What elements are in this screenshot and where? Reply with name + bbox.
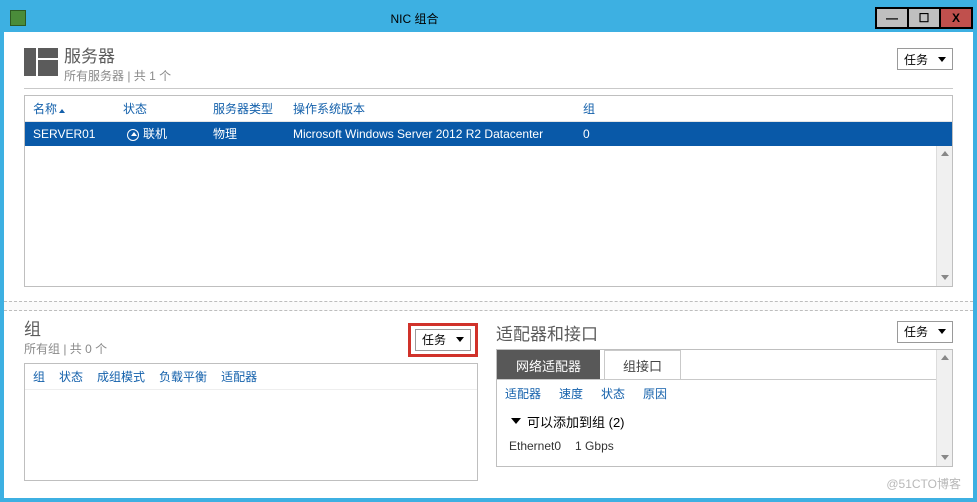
sort-asc-icon (59, 109, 65, 113)
col-mode[interactable]: 成组模式 (97, 368, 145, 385)
chevron-down-icon (456, 337, 464, 342)
groups-subtitle: 所有组 | 共 0 个 (24, 340, 107, 357)
chevron-down-icon (938, 329, 946, 334)
scroll-down-icon[interactable] (937, 450, 952, 466)
title-bar: NIC 组合 — ☐ X (4, 4, 973, 32)
cell-name: SERVER01 (33, 127, 123, 141)
expand-icon (511, 418, 521, 424)
col-group[interactable]: 组 (583, 100, 643, 117)
server-row[interactable]: SERVER01 联机 物理 Microsoft Windows Server … (25, 122, 952, 146)
cell-status: 联机 (123, 125, 213, 142)
cell-speed: 1 Gbps (575, 439, 614, 453)
groups-grid: 组 状态 成组模式 负载平衡 适配器 (24, 363, 478, 481)
cell-type: 物理 (213, 125, 293, 142)
window-frame: NIC 组合 — ☐ X 服务器 所有服务器 | 共 1 个 任务 名称 (0, 0, 977, 502)
servers-subtitle: 所有服务器 | 共 1 个 (64, 67, 171, 84)
col-type[interactable]: 服务器类型 (213, 100, 293, 117)
groups-title: 组 (24, 321, 107, 338)
task-label: 任务 (422, 331, 446, 348)
col-speed[interactable]: 速度 (559, 385, 583, 402)
adapters-grid: 网络适配器 组接口 适配器 速度 状态 原因 可以添加到组 (2) (496, 349, 953, 467)
addable-group-row[interactable]: 可以添加到组 (2) (505, 408, 944, 435)
minimize-button[interactable]: — (875, 7, 909, 29)
col-lb[interactable]: 负载平衡 (159, 368, 207, 385)
groups-task-button[interactable]: 任务 (415, 329, 471, 351)
chevron-down-icon (938, 57, 946, 62)
servers-title: 服务器 (64, 48, 171, 67)
col-status[interactable]: 状态 (123, 100, 213, 117)
col-name[interactable]: 名称 (33, 100, 123, 117)
servers-icon (24, 48, 58, 76)
maximize-button[interactable]: ☐ (907, 7, 941, 29)
addable-label: 可以添加到组 (2) (527, 412, 625, 431)
col-group[interactable]: 组 (33, 368, 45, 385)
tab-team-interfaces[interactable]: 组接口 (604, 350, 681, 379)
scroll-up-icon[interactable] (937, 146, 952, 162)
col-reason[interactable]: 原因 (643, 385, 667, 402)
close-button[interactable]: X (939, 7, 973, 29)
scrollbar[interactable] (936, 146, 952, 286)
scroll-up-icon[interactable] (937, 350, 952, 366)
cell-adapter: Ethernet0 (509, 439, 561, 453)
groups-task-highlight: 任务 (408, 323, 478, 357)
servers-task-button[interactable]: 任务 (897, 48, 953, 70)
adapters-title: 适配器和接口 (496, 326, 598, 343)
task-label: 任务 (904, 323, 928, 340)
col-status[interactable]: 状态 (59, 368, 83, 385)
col-status[interactable]: 状态 (601, 385, 625, 402)
window-title: NIC 组合 (0, 10, 877, 27)
cell-os: Microsoft Windows Server 2012 R2 Datacen… (293, 127, 583, 141)
cell-group: 0 (583, 127, 643, 141)
col-adapter[interactable]: 适配器 (221, 368, 257, 385)
scrollbar[interactable] (936, 350, 952, 466)
col-os[interactable]: 操作系统版本 (293, 100, 583, 117)
col-adapter[interactable]: 适配器 (505, 385, 541, 402)
online-icon (127, 129, 139, 141)
adapters-task-button[interactable]: 任务 (897, 321, 953, 343)
servers-grid: 名称 状态 服务器类型 操作系统版本 组 SERVER01 联机 物理 Micr… (24, 95, 953, 287)
adapter-row[interactable]: Ethernet0 1 Gbps (505, 435, 944, 457)
tab-network-adapters[interactable]: 网络适配器 (497, 350, 600, 379)
servers-header: 服务器 所有服务器 | 共 1 个 任务 (24, 48, 953, 84)
scroll-down-icon[interactable] (937, 270, 952, 286)
panel-divider[interactable] (4, 301, 973, 311)
task-label: 任务 (904, 51, 928, 68)
watermark: @51CTO博客 (886, 475, 961, 492)
